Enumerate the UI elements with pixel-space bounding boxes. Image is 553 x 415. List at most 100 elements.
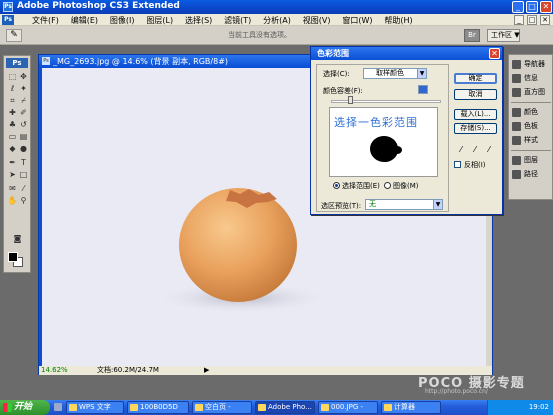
type-tool-icon[interactable]: T — [18, 158, 29, 168]
selection-preview-box: 选择一色彩范围 — [329, 107, 438, 177]
dialog-title: 色彩范围 — [317, 49, 349, 58]
panel-swatches[interactable]: 色板 — [512, 121, 552, 132]
invert-label: 反相(I) — [464, 161, 486, 169]
menu-view[interactable]: 视图(V) — [303, 15, 331, 26]
doc-minimize-button[interactable]: _ — [514, 15, 524, 25]
task-browser[interactable]: 空白页 - — [192, 401, 252, 414]
zoom-level[interactable]: 14.62% — [41, 366, 68, 375]
menu-layer[interactable]: 图层(L) — [146, 15, 173, 26]
fuzziness-slider-thumb[interactable] — [348, 96, 353, 104]
blur-tool-icon[interactable]: ◆ — [7, 144, 18, 154]
panel-color[interactable]: 颜色 — [512, 107, 552, 118]
brush-tool-icon[interactable]: ✐ — [18, 108, 29, 118]
magic-wand-tool-icon[interactable]: ✦ — [18, 84, 29, 94]
status-menu-arrow[interactable]: ▶ — [204, 366, 209, 375]
task-folder[interactable]: 100B0D5D — [127, 401, 189, 414]
dodge-tool-icon[interactable]: ● — [18, 144, 29, 154]
doc-restore-button[interactable]: □ — [527, 15, 537, 25]
egg — [179, 188, 297, 302]
panel-dock: 导航器 信息 直方图 颜色 色板 样式 图层 路径 — [508, 54, 553, 200]
healing-brush-tool-icon[interactable]: ✚ — [7, 108, 18, 118]
info-icon — [512, 73, 521, 83]
selection-preview-dropdown[interactable]: 无 ▼ — [365, 199, 443, 210]
history-brush-tool-icon[interactable]: ↺ — [18, 120, 29, 130]
photoshop-badge-icon: Ps — [2, 15, 14, 25]
invert-checkbox[interactable] — [454, 161, 461, 168]
lasso-tool-icon[interactable]: ℓ — [7, 84, 18, 94]
select-dropdown[interactable]: 取样颜色 ▼ — [363, 68, 427, 79]
radio-image[interactable] — [384, 182, 391, 189]
slice-tool-icon[interactable]: ⌿ — [18, 96, 29, 106]
doc-close-button[interactable]: ✕ — [540, 15, 550, 25]
panel-divider — [511, 102, 551, 103]
task-wps[interactable]: WPS 文字 — [66, 401, 124, 414]
maximize-button[interactable]: □ — [526, 1, 538, 13]
clone-stamp-tool-icon[interactable]: ♣ — [7, 120, 18, 130]
radio-selection-label: 选择范围(E) — [342, 182, 380, 190]
radio-selection[interactable] — [333, 182, 340, 189]
app-title-bar: Ps Adobe Photoshop CS3 Extended _ □ ✕ — [0, 0, 553, 14]
selection-mask-shape — [392, 146, 402, 154]
task-calculator[interactable]: 计算器 — [381, 401, 441, 414]
calculator-icon — [384, 404, 392, 411]
panel-info[interactable]: 信息 — [512, 73, 552, 84]
navigator-icon — [512, 59, 521, 69]
load-button[interactable]: 载入(L)... — [454, 109, 497, 120]
dialog-close-button[interactable]: ✕ — [489, 48, 500, 59]
doc-size: 文档:60.2M/24.7M — [97, 366, 159, 374]
task-image-viewer[interactable]: 000.JPG - — [318, 401, 378, 414]
ok-button[interactable]: 确定 — [454, 73, 497, 84]
path-select-tool-icon[interactable]: ➤ — [7, 170, 18, 180]
menu-analysis[interactable]: 分析(A) — [263, 15, 291, 26]
shape-tool-icon[interactable]: □ — [18, 170, 29, 180]
menu-file[interactable]: 文件(F) — [32, 15, 59, 26]
menu-window[interactable]: 窗口(W) — [342, 15, 372, 26]
foreground-color-swatch[interactable] — [8, 252, 18, 262]
panel-styles[interactable]: 样式 — [512, 135, 552, 146]
fuzziness-input[interactable] — [418, 85, 428, 94]
close-button[interactable]: ✕ — [540, 1, 552, 13]
eraser-tool-icon[interactable]: ▭ — [7, 132, 18, 142]
cancel-button[interactable]: 取消 — [454, 89, 497, 100]
panel-layers[interactable]: 图层 — [512, 155, 552, 166]
color-icon — [512, 107, 521, 117]
save-button[interactable]: 存储(S)... — [454, 123, 497, 134]
menu-image[interactable]: 图像(I) — [110, 15, 135, 26]
panel-paths[interactable]: 路径 — [512, 169, 552, 180]
paths-icon — [512, 169, 521, 179]
dialog-title-bar[interactable]: 色彩范围 ✕ — [311, 47, 502, 60]
fuzziness-label: 颜色容差(F): — [323, 87, 363, 95]
eyedropper-icon[interactable]: ✎ — [6, 29, 22, 42]
folder-icon — [130, 404, 138, 411]
menu-edit[interactable]: 编辑(E) — [71, 15, 98, 26]
bridge-icon[interactable]: Br — [464, 29, 480, 42]
menu-select[interactable]: 选择(S) — [185, 15, 212, 26]
options-bar: ✎ 当前工具没有选项。 Br 工作区 ▼ — [0, 26, 553, 45]
workspace-dropdown[interactable]: 工作区 ▼ — [487, 29, 520, 42]
task-photoshop[interactable]: Adobe Pho... — [255, 401, 315, 414]
marquee-tool-icon[interactable]: ⬚ — [7, 72, 18, 82]
minimize-button[interactable]: _ — [512, 1, 524, 13]
eyedropper-tool-icon[interactable]: ⁄ — [18, 184, 29, 194]
notes-tool-icon[interactable]: ✉ — [7, 184, 18, 194]
preview-caption: 选择一色彩范围 — [334, 116, 418, 129]
quick-launch-icon[interactable] — [54, 403, 62, 411]
panel-navigator[interactable]: 导航器 — [512, 59, 552, 70]
quick-mask-icon[interactable]: ◙ — [12, 234, 23, 244]
poco-watermark-url: http://photo.poco.cn/ — [425, 388, 488, 395]
move-tool-icon[interactable]: ✥ — [18, 72, 29, 82]
menu-help[interactable]: 帮助(H) — [384, 15, 412, 26]
gradient-tool-icon[interactable]: ▤ — [18, 132, 29, 142]
crop-tool-icon[interactable]: ⌗ — [7, 96, 18, 106]
start-button[interactable]: 开始 — [0, 400, 50, 415]
eyedropper-minus-icon[interactable]: ⁄ — [484, 145, 494, 155]
zoom-tool-icon[interactable]: ⚲ — [18, 196, 29, 206]
eyedropper-plus-icon[interactable]: ⁄ — [470, 145, 480, 155]
photoshop-logo-icon: Ps — [3, 2, 13, 12]
hand-tool-icon[interactable]: ✋ — [7, 196, 18, 206]
eyedropper-icon[interactable]: ⁄ — [456, 145, 466, 155]
menu-filter[interactable]: 滤镜(T) — [224, 15, 251, 26]
pen-tool-icon[interactable]: ✒ — [7, 158, 18, 168]
panel-histogram[interactable]: 直方图 — [512, 87, 552, 98]
clock[interactable]: 19:02 — [529, 400, 549, 415]
